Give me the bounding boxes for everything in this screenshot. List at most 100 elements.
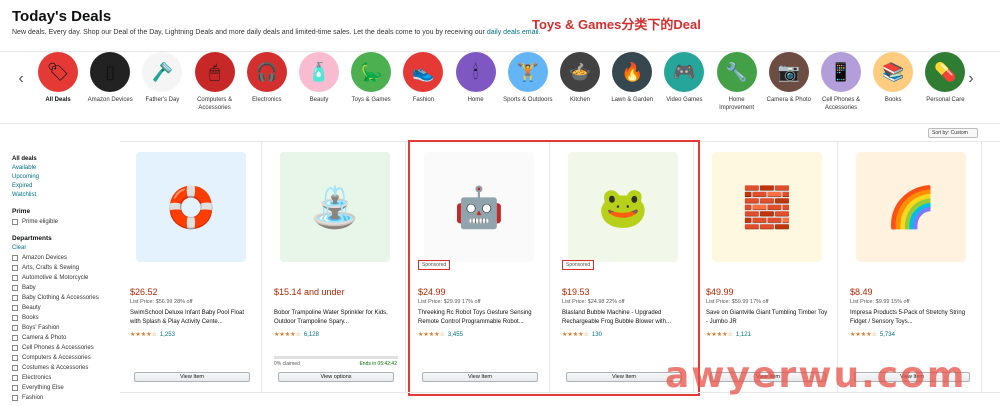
- prime-eligible-checkbox[interactable]: Prime eligible: [12, 217, 112, 227]
- star-rating[interactable]: ★★★★☆ 6,128: [274, 331, 319, 338]
- category-item[interactable]: 🎧 Electronics: [241, 52, 293, 104]
- checkbox-icon[interactable]: [12, 345, 18, 351]
- robot-icon[interactable]: 🤖: [424, 152, 534, 262]
- checkbox-icon[interactable]: [12, 395, 18, 401]
- category-label: Amazon Devices: [87, 97, 133, 103]
- department-checkbox[interactable]: Arts, Crafts & Sewing: [12, 263, 112, 273]
- category-item[interactable]: 📱 Cell Phones & Accessories: [815, 52, 867, 112]
- deal-status-link[interactable]: Available: [12, 164, 112, 173]
- star-rating[interactable]: ★★★★☆ 130: [562, 331, 602, 338]
- category-item[interactable]: 🪒 Father's Day: [136, 52, 188, 104]
- baby-boat-icon[interactable]: 🛟: [136, 152, 246, 262]
- view-item-button[interactable]: View Item: [134, 372, 250, 382]
- department-checkbox[interactable]: Computers & Accessories: [12, 353, 112, 363]
- department-label: Amazon Devices: [22, 255, 68, 261]
- checkbox-icon[interactable]: [12, 365, 18, 371]
- filter-sidebar: All deals Available Upcoming Expired Watchli…: [12, 155, 112, 403]
- grill-icon: 🔥: [612, 52, 653, 92]
- star-rating[interactable]: ★★★★☆ 1,121: [706, 331, 751, 338]
- checkbox-icon[interactable]: [12, 255, 18, 261]
- deal-card[interactable]: ⛲ $15.14 and under Bobor Trampoline Water …: [266, 142, 406, 392]
- scroll-left-arrow-icon[interactable]: ‹: [14, 68, 28, 90]
- department-checkbox[interactable]: Boys' Fashion: [12, 323, 112, 333]
- deal-status-link[interactable]: Upcoming: [12, 173, 112, 182]
- category-item[interactable]: 🏷 All Deals: [32, 52, 84, 104]
- category-item[interactable]: 🧴 Beauty: [293, 52, 345, 104]
- review-count[interactable]: 3,455: [448, 332, 463, 338]
- category-item[interactable]: 👟 Fashion: [397, 52, 449, 104]
- category-item[interactable]: ▯ Amazon Devices: [84, 52, 136, 104]
- checkbox-icon[interactable]: [12, 325, 18, 331]
- product-title[interactable]: SwimSchool Deluxe Infant Baby Pool Float…: [130, 309, 254, 327]
- product-title[interactable]: Blasland Bubble Machine - Upgraded Recha…: [562, 309, 686, 327]
- product-title[interactable]: Threeking Rc Robot Toys Gesture Sensing …: [418, 309, 542, 327]
- review-count[interactable]: 130: [592, 332, 602, 338]
- department-checkbox[interactable]: Cell Phones & Accessories: [12, 343, 112, 353]
- star-rating[interactable]: ★★★★☆ 3,455: [418, 331, 463, 338]
- product-title[interactable]: Save on Giantville Giant Tumbling Timber…: [706, 309, 830, 327]
- view-item-button[interactable]: View options: [278, 372, 394, 382]
- category-item[interactable]: 🖱 Computers & Accessories: [189, 52, 241, 112]
- department-label: Computers & Accessories: [22, 355, 91, 361]
- star-rating[interactable]: ★★★★☆ 5,734: [850, 331, 895, 338]
- tumbling-tower-icon[interactable]: 🧱: [712, 152, 822, 262]
- trampoline-icon[interactable]: ⛲: [280, 152, 390, 262]
- category-item[interactable]: 📷 Camera & Photo: [763, 52, 815, 104]
- category-item[interactable]: 🔥 Lawn & Garden: [606, 52, 658, 104]
- camera-icon: 📷: [768, 52, 809, 92]
- deal-card[interactable]: 🤖 Sponsored $24.99 List Price: $29.99 17% o…: [410, 142, 550, 392]
- checkbox-icon[interactable]: [12, 275, 18, 281]
- department-checkbox[interactable]: Costumes & Accessories: [12, 363, 112, 373]
- department-checkbox[interactable]: Electronics: [12, 373, 112, 383]
- checkbox-icon[interactable]: [12, 265, 18, 271]
- department-checkbox[interactable]: Automotive & Motorcycle: [12, 273, 112, 283]
- category-strip: ‹ 🏷 All Deals ▯ Amazon Devices 🪒 Father's Day…: [0, 50, 1000, 124]
- department-checkbox[interactable]: Baby Clothing & Accessories: [12, 293, 112, 303]
- star-rating[interactable]: ★★★★☆ 1,253: [130, 331, 175, 338]
- category-item[interactable]: 🕯 Home: [450, 52, 502, 104]
- review-count[interactable]: 5,734: [880, 332, 895, 338]
- checkbox-icon[interactable]: [12, 355, 18, 361]
- category-item[interactable]: 📚 Books: [867, 52, 919, 104]
- category-item[interactable]: 🦕 Toys & Games: [345, 52, 397, 104]
- checkbox-icon[interactable]: [12, 305, 18, 311]
- deal-status-link[interactable]: All deals: [12, 155, 112, 164]
- scroll-right-arrow-icon[interactable]: ›: [964, 68, 978, 90]
- checkbox-icon[interactable]: [12, 285, 18, 291]
- review-count[interactable]: 1,121: [736, 332, 751, 338]
- checkbox-icon[interactable]: [12, 375, 18, 381]
- category-label: Toys & Games: [351, 97, 391, 103]
- deal-status-link[interactable]: Watchlist: [12, 191, 112, 200]
- category-item[interactable]: 🍲 Kitchen: [554, 52, 606, 104]
- checkbox-icon[interactable]: [12, 335, 18, 341]
- department-label: Automotive & Motorcycle: [22, 275, 89, 281]
- headphones-icon: 🎧: [246, 52, 287, 92]
- deal-status-link[interactable]: Expired: [12, 182, 112, 191]
- product-title[interactable]: Impresa Products 5-Pack of Stretchy Stri…: [850, 309, 974, 327]
- view-item-button[interactable]: View Item: [422, 372, 538, 382]
- department-checkbox[interactable]: Everything Else: [12, 383, 112, 393]
- sort-dropdown[interactable]: Sort by: Custom: [928, 128, 978, 138]
- review-count[interactable]: 1,253: [160, 332, 175, 338]
- checkbox-icon[interactable]: [12, 295, 18, 301]
- deal-card[interactable]: 🛟 $26.52 List Price: $56.99 28% off SwimSch…: [122, 142, 262, 392]
- review-count[interactable]: 6,128: [304, 332, 319, 338]
- page-title: Today's Deals: [12, 8, 112, 25]
- stars-icon: ★★★★☆: [562, 332, 589, 338]
- department-checkbox[interactable]: Baby: [12, 283, 112, 293]
- checkbox-icon[interactable]: [12, 219, 18, 225]
- checkbox-icon[interactable]: [12, 315, 18, 321]
- department-checkbox[interactable]: Books: [12, 313, 112, 323]
- frog-bubble-icon[interactable]: 🐸: [568, 152, 678, 262]
- department-checkbox[interactable]: Fashion: [12, 393, 112, 403]
- category-item[interactable]: 🎮 Video Games: [658, 52, 710, 104]
- product-title[interactable]: Bobor Trampoline Water Sprinkler for Kid…: [274, 309, 398, 327]
- fidget-noodle-icon[interactable]: 🌈: [856, 152, 966, 262]
- department-checkbox[interactable]: Amazon Devices: [12, 253, 112, 263]
- category-item[interactable]: 🔧 Home Improvement: [711, 52, 763, 112]
- department-checkbox[interactable]: Camera & Photo: [12, 333, 112, 343]
- departments-clear-link[interactable]: Clear: [12, 244, 112, 253]
- checkbox-icon[interactable]: [12, 385, 18, 391]
- department-checkbox[interactable]: Beauty: [12, 303, 112, 313]
- category-item[interactable]: 🏋 Sports & Outdoors: [502, 52, 554, 104]
